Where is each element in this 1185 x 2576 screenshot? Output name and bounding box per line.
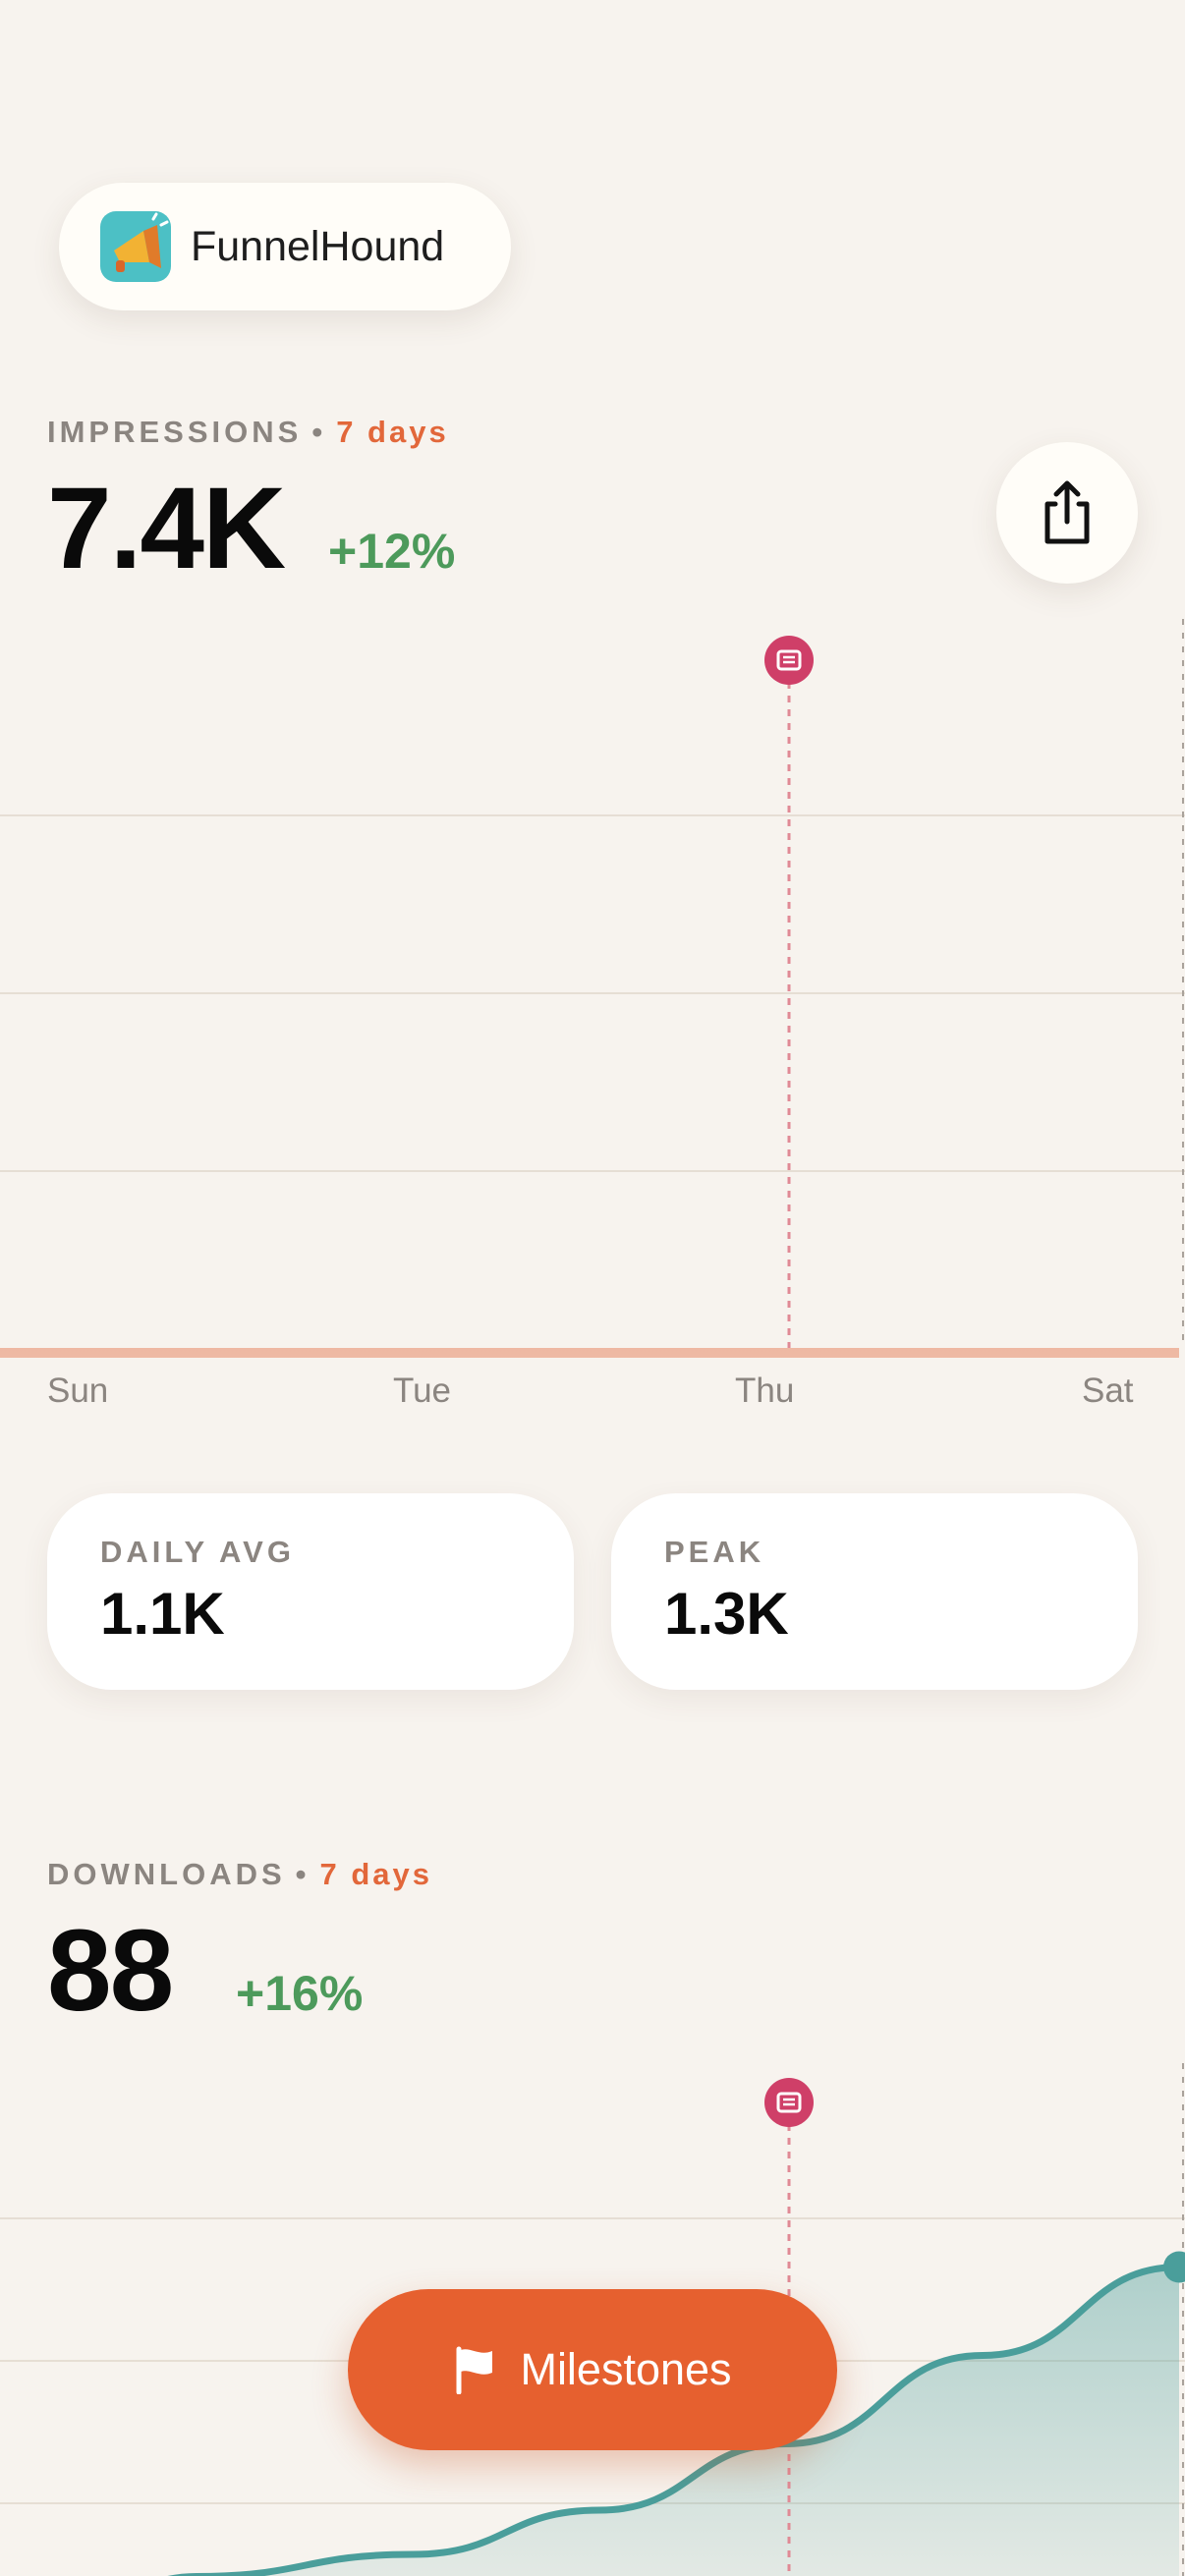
x-label-sat: Sat [1082,1372,1134,1410]
app-switcher[interactable]: FunnelHound [59,183,511,310]
daily-avg-card: DAILY AVG 1.1K [47,1493,574,1690]
milestones-button[interactable]: Milestones [348,2289,837,2450]
impressions-value: 7.4K [47,464,286,593]
series-area [0,1348,1179,1358]
note-icon [764,636,814,685]
share-button[interactable] [996,442,1138,584]
daily-avg-label: DAILY AVG [100,1535,295,1569]
daily-avg-value: 1.1K [100,1581,225,1647]
impressions-chart[interactable] [0,619,1185,1358]
downloads-label: DOWNLOADS [47,1857,286,1891]
flag-icon [456,2346,493,2394]
x-label-thu: Thu [735,1372,795,1410]
peak-card: PEAK 1.3K [611,1493,1138,1690]
impressions-label: IMPRESSIONS [47,415,303,449]
share-icon [1044,480,1090,544]
impressions-range[interactable]: 7 days [336,415,449,449]
x-label-sun: Sun [47,1372,109,1410]
megaphone-icon [100,211,171,282]
impressions-header: IMPRESSIONS • 7 days [47,415,449,450]
downloads-header: DOWNLOADS • 7 days [47,1857,432,1892]
separator-dot: • [311,415,327,449]
milestones-label: Milestones [520,2344,732,2394]
peak-value: 1.3K [664,1581,789,1647]
impressions-delta: +12% [328,524,456,579]
separator-dot: • [295,1857,310,1891]
downloads-value: 88 [47,1906,174,2036]
app-name: FunnelHound [191,222,445,270]
note-icon [764,2078,814,2127]
downloads-delta: +16% [236,1966,364,2021]
peak-label: PEAK [664,1535,765,1569]
x-label-tue: Tue [393,1372,452,1410]
downloads-range[interactable]: 7 days [320,1857,433,1891]
